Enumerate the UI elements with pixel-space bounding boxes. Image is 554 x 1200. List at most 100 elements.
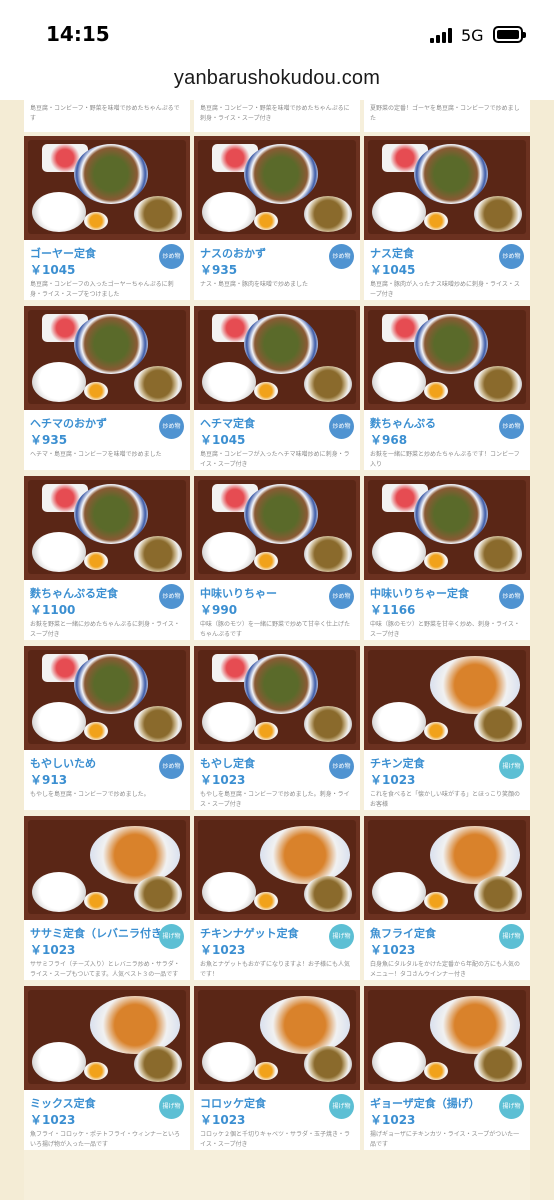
main-dish: [414, 314, 488, 374]
menu-item-name[interactable]: 中味いりちゃー定食: [370, 585, 469, 601]
menu-item-name[interactable]: ゴーヤー定食: [30, 245, 96, 261]
pickle-dish: [84, 552, 108, 570]
category-badge[interactable]: 炒め物: [159, 754, 184, 779]
menu-item-price: ￥1023: [200, 943, 246, 957]
menu-item-name[interactable]: 麩ちゃんぷる定食: [30, 585, 118, 601]
food-photo[interactable]: [194, 986, 360, 1090]
menu-card[interactable]: 麩ちゃんぷる ￥968 炒め物 お麩を一緒に野菜と炒めたちゃんぷるです！コンビーフ入り: [364, 306, 530, 470]
menu-item-name[interactable]: もやしいため: [30, 755, 96, 771]
food-photo[interactable]: [194, 816, 360, 920]
menu-item-name[interactable]: ギョーザ定食（揚げ）: [370, 1095, 480, 1111]
menu-item-price: ￥913: [30, 773, 68, 787]
food-photo[interactable]: [364, 136, 530, 240]
rice-bowl: [202, 192, 256, 232]
pickle-dish: [424, 552, 448, 570]
category-badge[interactable]: 揚げ物: [499, 1094, 524, 1119]
menu-card[interactable]: ナスのおかず ￥935 炒め物 ナス・島豆腐・豚肉を味噌で炒めました: [194, 136, 360, 300]
food-photo[interactable]: [24, 306, 190, 410]
category-badge[interactable]: 揚げ物: [499, 754, 524, 779]
category-badge[interactable]: 揚げ物: [159, 924, 184, 949]
food-photo[interactable]: [24, 646, 190, 750]
food-photo[interactable]: [194, 306, 360, 410]
menu-card[interactable]: チキンナゲット定食 ￥1023 揚げ物お魚とナゲットもおかずになりますよ！お子様にも…: [194, 816, 360, 980]
category-badge[interactable]: 揚げ物: [499, 924, 524, 949]
main-dish: [244, 144, 318, 204]
main-dish: [260, 996, 350, 1054]
menu-item-name[interactable]: もやし定食: [200, 755, 255, 771]
menu-card[interactable]: ヘチマのおかず ￥935 炒め物 ヘチマ・島豆腐・コンビーフを味噌で炒めました: [24, 306, 190, 470]
menu-item-name[interactable]: コロッケ定食: [200, 1095, 266, 1111]
soup-bowl: [474, 1046, 522, 1082]
menu-item-name[interactable]: ヘチマのおかず: [30, 415, 107, 431]
category-badge[interactable]: 炒め物: [329, 414, 354, 439]
menu-card[interactable]: もやしいため ￥913 炒め物 もやしを島豆腐・コンビーフで炒めました。: [24, 646, 190, 810]
menu-item-name[interactable]: 魚フライ定食: [370, 925, 436, 941]
category-badge[interactable]: 炒め物: [329, 584, 354, 609]
food-photo[interactable]: [364, 816, 530, 920]
category-badge[interactable]: 炒め物: [159, 244, 184, 269]
category-badge[interactable]: 炒め物: [159, 414, 184, 439]
category-badge[interactable]: 炒め物: [499, 584, 524, 609]
menu-card-partial[interactable]: 島豆腐・コンビーフ・野菜を味噌で炒めたちゃんぷるです: [24, 100, 190, 132]
menu-item-name[interactable]: ミックス定食: [30, 1095, 96, 1111]
menu-page[interactable]: 島豆腐・コンビーフ・野菜を味噌で炒めたちゃんぷるです 島豆腐・コンビーフ・野菜を…: [0, 100, 554, 1200]
menu-item-desc: お魚とナゲットもおかずになりますよ！お子様にも人気です！: [200, 961, 351, 978]
menu-card[interactable]: ナス定食 ￥1045 炒め物 島豆腐・豚肉が入ったナス味噌炒めに刺身・ライス・スープ付…: [364, 136, 530, 300]
menu-card-partial[interactable]: 夏野菜の定番！ゴーヤを島豆腐・コンビーフで炒めました: [364, 100, 530, 132]
category-badge[interactable]: 炒め物: [329, 244, 354, 269]
food-photo[interactable]: [24, 136, 190, 240]
menu-item-desc: 島豆腐・コンビーフが入ったヘチマ味噌炒めに刺身・ライス・スープ付き: [200, 451, 350, 468]
menu-card[interactable]: 魚フライ定食 ￥1023 揚げ物 白身魚にタルタルをかけた定番から年配の方にも人気のメ…: [364, 816, 530, 980]
menu-item-desc: 夏野菜の定番！ゴーヤを島豆腐・コンビーフで炒めました: [370, 105, 520, 122]
pickle-dish: [424, 1062, 448, 1080]
pickle-dish: [84, 382, 108, 400]
food-photo[interactable]: [194, 136, 360, 240]
menu-item-name[interactable]: 麩ちゃんぷる: [370, 415, 436, 431]
url-bar[interactable]: yanbarushokudou.com: [0, 62, 554, 100]
menu-card[interactable]: ササミ定食（レバニラ付き） ￥1023 揚げ物 ササミフライ（チーズ入り）とレバニラ炒…: [24, 816, 190, 980]
right-margin: [530, 100, 554, 1200]
url-text[interactable]: yanbarushokudou.com: [174, 67, 380, 90]
category-badge[interactable]: 炒め物: [159, 584, 184, 609]
food-photo[interactable]: [194, 646, 360, 750]
menu-card[interactable]: ヘチマ定食 ￥1045 炒め物 島豆腐・コンビーフが入ったヘチマ味噌炒めに刺身・ライス…: [194, 306, 360, 470]
soup-bowl: [134, 536, 182, 572]
food-photo[interactable]: [24, 986, 190, 1090]
food-photo[interactable]: [24, 476, 190, 580]
category-badge[interactable]: 炒め物: [329, 754, 354, 779]
soup-bowl: [134, 1046, 182, 1082]
food-photo[interactable]: [364, 306, 530, 410]
menu-item-name[interactable]: ササミ定食（レバニラ付き）: [30, 925, 173, 941]
rice-bowl: [372, 1042, 426, 1082]
food-photo[interactable]: [364, 986, 530, 1090]
food-photo[interactable]: [24, 816, 190, 920]
menu-card[interactable]: コロッケ定食 ￥1023 揚げ物 コロッケ２個と千切りキャベツ・サラダ・玉子焼き・ライ…: [194, 986, 360, 1150]
category-badge[interactable]: 炒め物: [499, 414, 524, 439]
menu-item-name[interactable]: ナスのおかず: [200, 245, 266, 261]
food-photo[interactable]: [364, 646, 530, 750]
menu-item-name[interactable]: ナス定食: [370, 245, 414, 261]
menu-card[interactable]: 中味いりちゃー定食 ￥1166 炒め物 中味（豚のモツ）と野菜を甘辛く炒め、刺身・ライ…: [364, 476, 530, 640]
menu-card[interactable]: 麩ちゃんぷる定食 ￥1100 炒め物 お麩を野菜と一緒に炒めたちゃんぷるに刺身・ライス…: [24, 476, 190, 640]
category-badge[interactable]: 揚げ物: [159, 1094, 184, 1119]
food-photo[interactable]: [194, 476, 360, 580]
menu-item-name[interactable]: 中味いりちゃー: [200, 585, 277, 601]
menu-card[interactable]: ミックス定食 ￥1023 揚げ物 魚フライ・コロッケ・ポテトフライ・ウィンナーといろい…: [24, 986, 190, 1150]
category-badge[interactable]: 炒め物: [499, 244, 524, 269]
menu-card[interactable]: もやし定食 ￥1023 炒め物 もやしを島豆腐・コンビーフで炒めました。刺身・ライス・…: [194, 646, 360, 810]
rice-bowl: [32, 192, 86, 232]
menu-item-name[interactable]: ヘチマ定食: [200, 415, 255, 431]
menu-item-name[interactable]: チキンナゲット定食: [200, 925, 299, 941]
category-badge[interactable]: 揚げ物: [329, 1094, 354, 1119]
menu-item-name[interactable]: チキン定食: [370, 755, 425, 771]
menu-card[interactable]: チキン定食 ￥1023 揚げ物 これを食べると「懐かしい味がする」とほっこり笑顔のお客…: [364, 646, 530, 810]
menu-card[interactable]: ギョーザ定食（揚げ） ￥1023 揚げ物 揚げギョーザにチキンカツ・ライス・スープがつ…: [364, 986, 530, 1150]
menu-card-partial[interactable]: 島豆腐・コンビーフ・野菜を味噌で炒めたちゃんぷるに刺身・ライス・スープ付き: [194, 100, 360, 132]
category-badge[interactable]: 揚げ物: [329, 924, 354, 949]
menu-card[interactable]: ゴーヤー定食 ￥1045 炒め物 島豆腐・コンビーフの入ったゴーヤーちゃんぷるに刺身・…: [24, 136, 190, 300]
food-photo[interactable]: [364, 476, 530, 580]
main-dish: [430, 656, 520, 714]
menu-card[interactable]: 中味いりちゃー ￥990 炒め物 中味（豚のモツ）を一緒に野菜で炒めて甘辛く仕上げたち…: [194, 476, 360, 640]
left-margin: [0, 100, 24, 1200]
soup-bowl: [304, 876, 352, 912]
